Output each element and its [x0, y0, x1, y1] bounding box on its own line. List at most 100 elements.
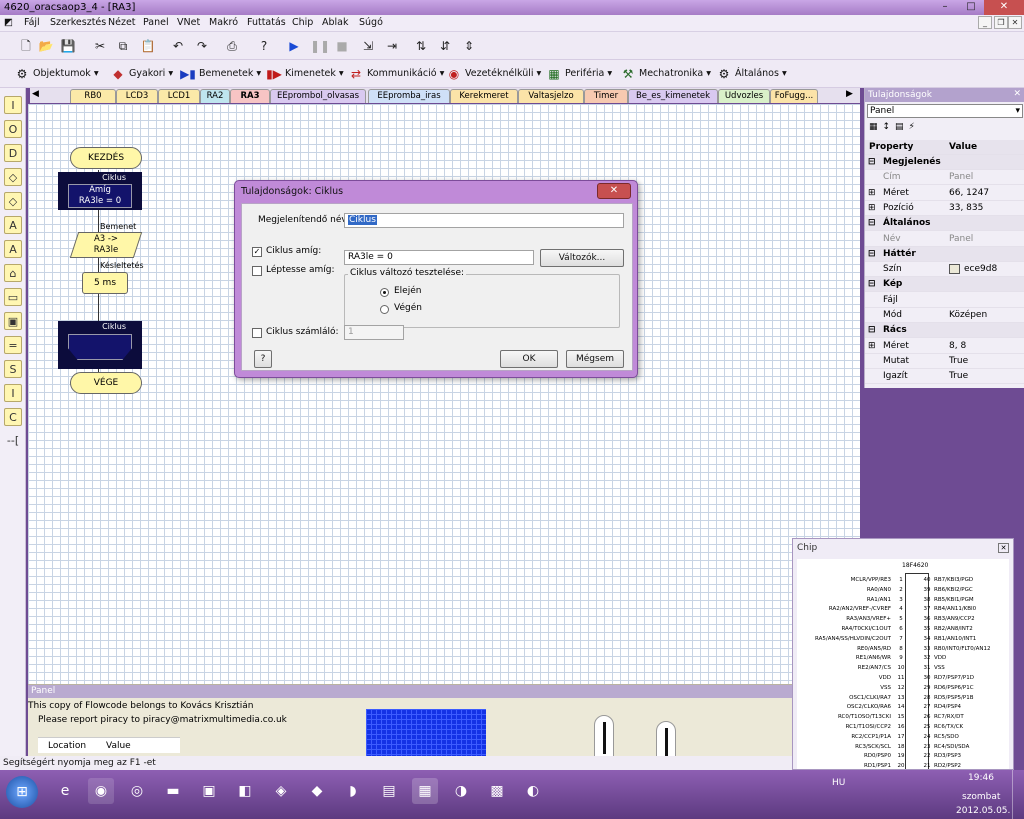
- app-icon-1[interactable]: ◎: [124, 778, 150, 804]
- test-at-start-radio[interactable]: [380, 288, 389, 297]
- properties-close-icon[interactable]: ✕: [1013, 89, 1021, 99]
- expand-icon[interactable]: ⊟: [868, 277, 876, 292]
- paste-icon[interactable]: 📋: [140, 38, 156, 54]
- property-category[interactable]: ⊟ Megjelenés: [865, 155, 1024, 170]
- comment-icon[interactable]: --[: [4, 432, 22, 450]
- property-row[interactable]: Szín ece9d8: [865, 262, 1024, 278]
- loop-counter-checkbox[interactable]: [252, 328, 262, 338]
- app-icon-3[interactable]: ◧: [232, 778, 258, 804]
- lang-indicator[interactable]: HU: [832, 778, 845, 788]
- properties-object-select[interactable]: Panel ▾: [867, 104, 1023, 118]
- ie-icon[interactable]: e: [52, 778, 78, 804]
- loop-while-input[interactable]: RA3le = 0: [344, 250, 534, 265]
- app-icon-2[interactable]: ▣: [196, 778, 222, 804]
- tab-fofuggveny[interactable]: FoFugg...: [770, 89, 818, 103]
- mechatronics-menu[interactable]: ⚒ Mechatronika ▾: [620, 65, 711, 83]
- property-row[interactable]: Cím Panel: [865, 170, 1024, 186]
- redo-icon[interactable]: ↷: [194, 38, 210, 54]
- cancel-button[interactable]: Mégsem: [566, 350, 624, 368]
- flow-end[interactable]: VÉGE: [70, 372, 142, 394]
- input-icon[interactable]: I: [4, 96, 22, 114]
- minimize-button[interactable]: –: [932, 0, 958, 15]
- menu-macro[interactable]: Makró: [209, 17, 238, 28]
- compile-c-icon[interactable]: ⇵: [437, 38, 453, 54]
- property-category[interactable]: ⊟ Háttér: [865, 246, 1024, 262]
- menu-panel[interactable]: Panel: [143, 17, 169, 28]
- save-icon[interactable]: 💾: [60, 38, 76, 54]
- expand-icon[interactable]: ⊞: [868, 201, 876, 216]
- color-swatch[interactable]: [949, 263, 960, 274]
- tab-eeprompa-iras[interactable]: EEpromba_iras: [368, 89, 450, 103]
- comms-menu[interactable]: ⇄ Kommunikáció ▾: [348, 65, 444, 83]
- property-row[interactable]: Mutat True: [865, 354, 1024, 369]
- property-value[interactable]: 8, 8: [949, 341, 966, 351]
- tab-lcd3[interactable]: LCD3: [116, 89, 158, 103]
- app-icon-10[interactable]: ◐: [520, 778, 546, 804]
- tab-ra2[interactable]: RA2: [200, 89, 230, 103]
- mdi-minimize-button[interactable]: _: [978, 16, 992, 29]
- properties-sort-icons[interactable]: ▦↕▤⚡: [869, 122, 920, 132]
- flowcode-taskbar-icon[interactable]: ▦: [412, 778, 438, 804]
- delay-icon[interactable]: D: [4, 144, 22, 162]
- property-row[interactable]: ⊞ Pozíció 33, 835: [865, 201, 1024, 216]
- mdi-restore-button[interactable]: ❐: [994, 16, 1008, 29]
- expand-icon[interactable]: ⊟: [868, 216, 876, 231]
- new-file-icon[interactable]: 🗋: [18, 38, 34, 54]
- compile-icon[interactable]: ⇅: [413, 38, 429, 54]
- property-value[interactable]: True: [949, 356, 968, 366]
- inputs-menu[interactable]: ▶▮ Bemenetek ▾: [180, 65, 261, 83]
- tab-scroll-left-icon[interactable]: ◀: [32, 89, 39, 99]
- property-row[interactable]: Fájl: [865, 293, 1024, 308]
- wireless-menu[interactable]: ◉ Vezetéknélküli ▾: [446, 65, 542, 83]
- property-value[interactable]: Középen: [949, 310, 987, 320]
- flow-delay-block[interactable]: 5 ms: [82, 272, 128, 294]
- tab-kerekmeret[interactable]: Kerekmeret: [450, 89, 518, 103]
- menu-run[interactable]: Futtatás: [247, 17, 286, 28]
- flow-loop-block[interactable]: Ciklus Amíg RA3le = 0: [58, 172, 142, 210]
- c-code-icon[interactable]: C: [4, 408, 22, 426]
- output-icon[interactable]: O: [4, 120, 22, 138]
- app-menu-icon[interactable]: ◩: [4, 17, 13, 28]
- help-icon[interactable]: ?: [256, 38, 272, 54]
- flow-start[interactable]: KEZDÉS: [70, 147, 142, 169]
- loop-icon[interactable]: ⌂: [4, 264, 22, 282]
- ok-button[interactable]: OK: [500, 350, 558, 368]
- property-value[interactable]: 66, 1247: [949, 188, 989, 198]
- firefox-icon[interactable]: ◉: [88, 778, 114, 804]
- show-desktop-button[interactable]: [1012, 770, 1024, 819]
- loop-counter-input[interactable]: 1: [344, 325, 404, 340]
- peripheral-menu[interactable]: ▦ Periféria ▾: [546, 65, 612, 83]
- maximize-button[interactable]: □: [958, 0, 984, 15]
- run-icon[interactable]: ▶: [286, 38, 302, 54]
- tab-valtasjelzo[interactable]: Valtasjelzo: [518, 89, 584, 103]
- objects-menu[interactable]: ⚙ Objektumok ▾: [14, 65, 99, 83]
- tab-eeprombol-olvasas[interactable]: EEprombol_olvasas: [270, 89, 366, 103]
- menu-chip[interactable]: Chip: [292, 17, 313, 28]
- menu-view[interactable]: Nézet: [108, 17, 136, 28]
- step-over-icon[interactable]: ⇥: [384, 38, 400, 54]
- macro-icon[interactable]: ▭: [4, 288, 22, 306]
- undo-icon[interactable]: ↶: [170, 38, 186, 54]
- tab-ra3[interactable]: RA3: [230, 89, 270, 103]
- cut-icon[interactable]: ✂: [92, 38, 108, 54]
- expand-icon[interactable]: ⊞: [868, 339, 876, 354]
- mdi-close-button[interactable]: ✕: [1008, 16, 1022, 29]
- property-row[interactable]: Igazít True: [865, 369, 1024, 385]
- app-icon-4[interactable]: ◈: [268, 778, 294, 804]
- menu-help[interactable]: Súgó: [359, 17, 383, 28]
- app-icon-7[interactable]: ▤: [376, 778, 402, 804]
- property-row[interactable]: ⊞ Méret 66, 1247: [865, 186, 1024, 201]
- step-into-icon[interactable]: ⇲: [360, 38, 376, 54]
- start-button[interactable]: ⊞: [6, 776, 38, 808]
- goto-icon[interactable]: A: [4, 240, 22, 258]
- interrupt-icon[interactable]: I: [4, 384, 22, 402]
- menu-file[interactable]: Fájl: [24, 17, 40, 28]
- help-button[interactable]: ?: [254, 350, 272, 368]
- menu-edit[interactable]: Szerkesztés: [50, 17, 106, 28]
- stop-icon[interactable]: ■: [334, 38, 350, 54]
- connection-point-icon[interactable]: A: [4, 216, 22, 234]
- property-value[interactable]: True: [949, 371, 968, 381]
- property-value[interactable]: ece9d8: [964, 264, 997, 274]
- variables-button[interactable]: Változók...: [540, 249, 624, 267]
- decision-icon[interactable]: ◇: [4, 168, 22, 186]
